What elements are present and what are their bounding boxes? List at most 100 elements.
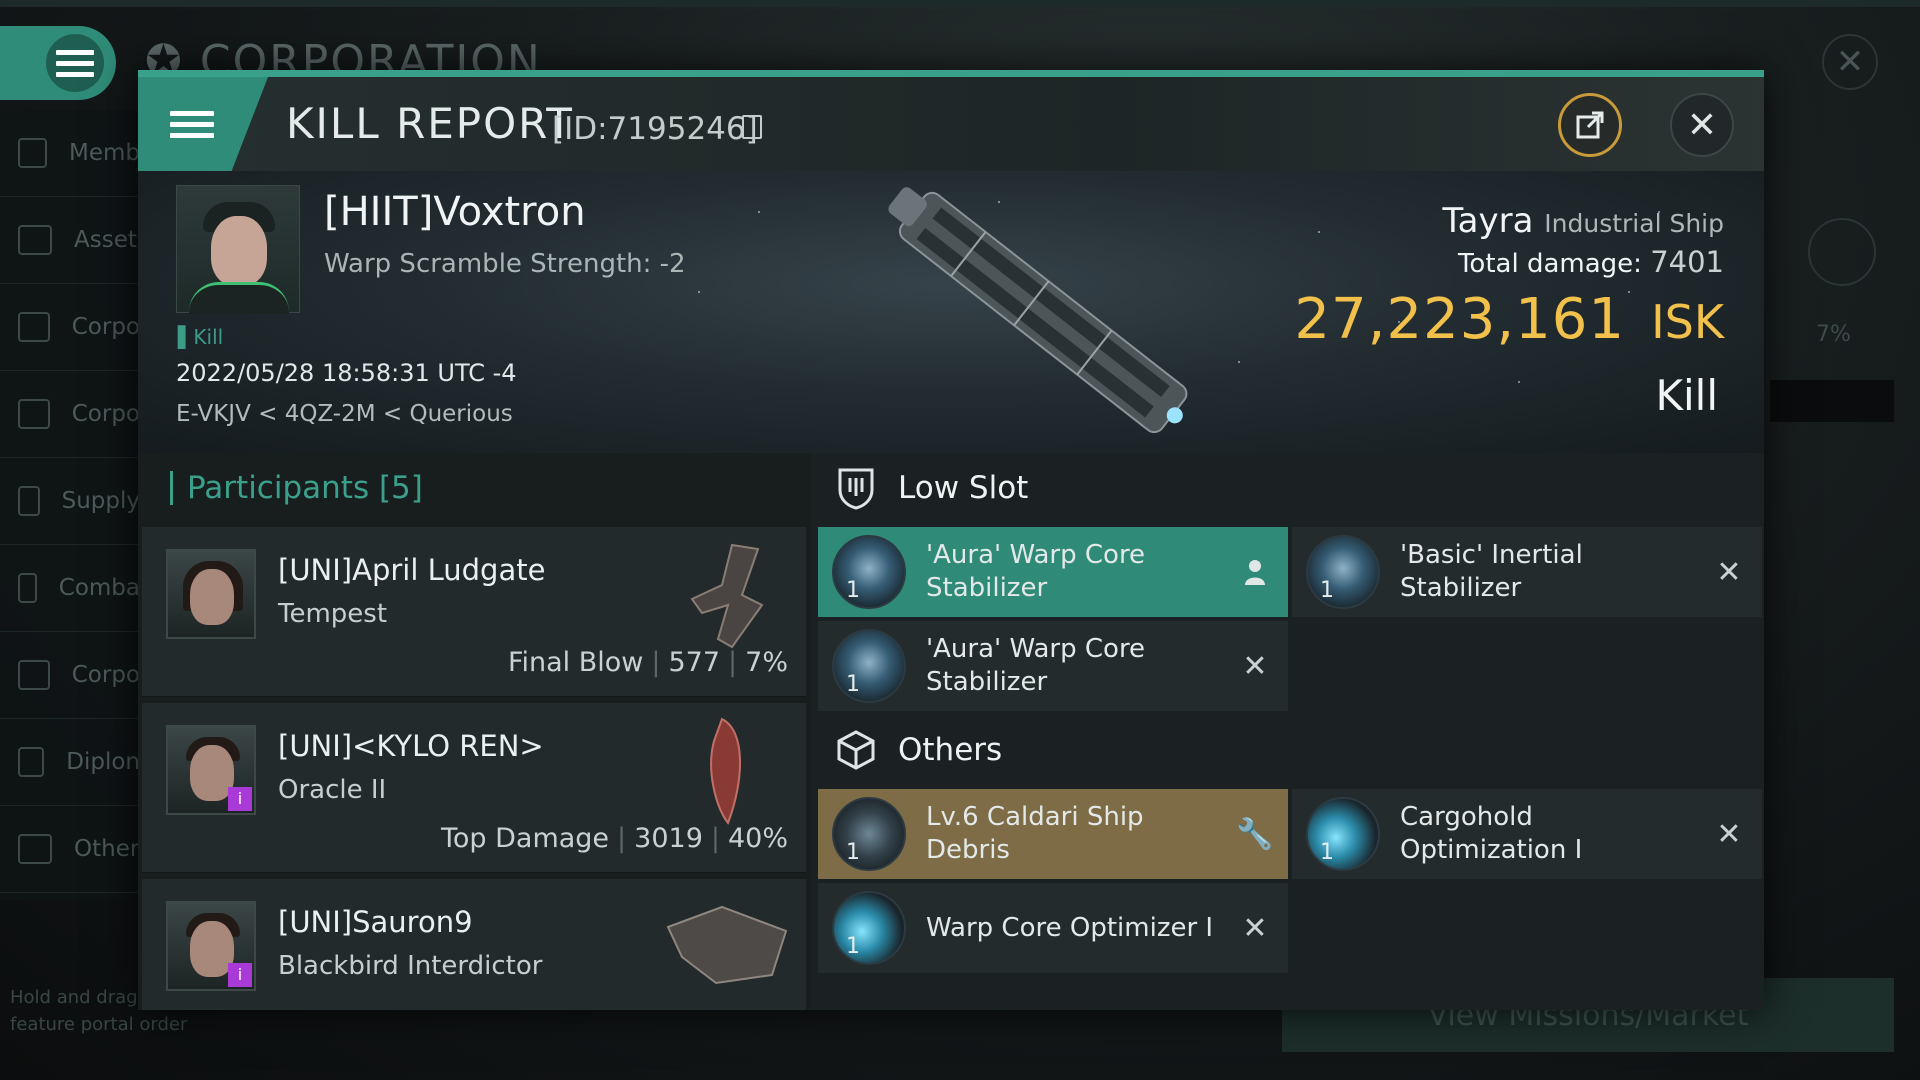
kill-report-menu-button[interactable] [138,77,268,171]
participant-card[interactable]: i [UNI]<KYLO REN> Oracle II Top Damage | 3… [142,703,806,873]
kill-location[interactable]: E-VKJV < 4QZ-2M < Querious [176,401,513,427]
cargo-box-icon [834,728,878,772]
fitting-name: 'Basic' Inertial Stabilizer [1400,540,1583,603]
kill-id: [ID:7195246] [552,111,758,147]
warp-core-stabilizer-icon: 1 [832,535,906,609]
participant-ship: Oracle II [278,775,387,805]
background-close-button[interactable]: ✕ [1822,34,1878,90]
sidebar-item-assets[interactable]: Asset [0,197,140,284]
isk-value: 27,223,161 ISK [1294,287,1724,352]
ship-name[interactable]: Tayra Industrial Ship [1443,201,1724,241]
participant-portrait[interactable]: i [166,725,256,815]
others-header: Others [814,715,1764,785]
background-share-icon [1808,218,1876,286]
top-bar [0,0,1920,7]
main-menu-button[interactable] [0,26,116,100]
background-dark-bar [1770,380,1894,422]
star-icon [18,834,52,864]
document-icon [18,660,50,690]
supply-icon [18,486,40,516]
hamburger-icon [56,49,94,77]
fittings-panel: Low Slot 1 'Aura' Warp Core Stabilizer 1… [814,453,1764,1010]
low-slot-icon [834,466,878,510]
total-damage: Total damage: 7401 [1457,245,1724,279]
fitting-name: Cargohold Optimization I [1400,802,1583,865]
page-title: KILL REPORT [286,99,574,148]
destroyed-x-icon: ✕ [1242,910,1268,946]
participant-portrait[interactable]: i [166,901,256,991]
destroyed-x-icon: ✕ [1242,648,1268,684]
participant-ship-image [666,905,788,985]
participant-ship: Blackbird Interdictor [278,951,543,981]
kill-datetime: 2022/05/28 18:58:31 UTC -4 [176,359,517,387]
corporation-sidebar: Memb Asset Corpo Corpo Supply Comba Corp… [0,110,140,900]
participant-name: [UNI]Sauron9 [278,905,473,939]
sidebar-item-corp-stats[interactable]: Corpo [0,284,140,371]
external-link-icon [1576,111,1604,139]
close-icon: ✕ [1835,42,1865,82]
share-button[interactable] [1558,93,1622,157]
warp-scramble-strength: Warp Scramble Strength: -2 [324,249,686,279]
pie-chart-icon [18,399,50,429]
fitting-name: Warp Core Optimizer I [926,912,1214,943]
sidebar-item-corp-docs[interactable]: Corpo [0,632,140,719]
diplomacy-icon [18,747,45,777]
player-badge-icon: i [228,963,252,987]
sidebar-item-corp-overview[interactable]: Corpo [0,371,140,458]
sidebar-item-supply[interactable]: Supply [0,458,140,545]
fitting-name: 'Aura' Warp Core Stabilizer [926,540,1146,603]
warp-core-optimizer-icon: 1 [832,891,906,965]
participant-name: [UNI]<KYLO REN> [278,729,544,763]
destroyed-x-icon: ✕ [1716,554,1742,590]
inertial-stabilizer-icon: 1 [1306,535,1380,609]
player-badge-icon: i [228,787,252,811]
fitting-item[interactable]: 1 'Basic' Inertial Stabilizer ✕ [1292,527,1762,617]
kill-result: Kill [1655,371,1718,420]
participant-ship: Tempest [278,599,388,629]
wrench-icon[interactable]: 🔧 [1236,817,1273,852]
kill-report-window: KILL REPORT [ID:7195246] ✕ [HIIT]Voxtron… [138,70,1764,1010]
members-icon [18,138,47,168]
fitting-item[interactable]: 1 Lv.6 Caldari Ship Debris 🔧 [818,789,1288,879]
victim-ship-image [888,187,1188,434]
close-icon: ✕ [1686,104,1718,146]
participant-ship-image [710,717,741,826]
kill-tag: ▌Kill [178,325,224,349]
participant-name: [UNI]April Ludgate [278,553,546,587]
participant-stats: Final Blow | 577 | 7% [507,647,788,678]
sidebar-item-members[interactable]: Memb [0,110,140,197]
low-slot-header: Low Slot [814,453,1764,523]
participant-card[interactable]: [UNI]April Ludgate Tempest Final Blow | 57… [142,527,806,697]
sidebar-item-combat[interactable]: Comba [0,545,140,632]
assets-icon [18,225,52,255]
hamburger-icon [170,110,214,138]
fitting-item[interactable]: 1 'Aura' Warp Core Stabilizer ✕ [818,621,1288,711]
person-icon[interactable] [1240,557,1270,587]
participant-portrait[interactable] [166,549,256,639]
participants-panel: Participants [5] [UNI]April Ludgate Temp… [138,453,810,1010]
fitting-name: Lv.6 Caldari Ship Debris [926,802,1144,865]
victim-portrait[interactable] [176,185,300,314]
copy-icon[interactable] [742,115,762,139]
fitting-name: 'Aura' Warp Core Stabilizer [926,634,1146,697]
background-percent: 7% [1816,322,1851,347]
fitting-item[interactable]: 1 Cargohold Optimization I ✕ [1292,789,1762,879]
destroyed-x-icon: ✕ [1716,816,1742,852]
participant-ship-image [690,543,764,649]
victim-banner: [HIIT]Voxtron Warp Scramble Strength: -2… [138,171,1764,453]
participants-header: Participants [5] [138,453,810,523]
participant-card[interactable]: i [UNI]Sauron9 Blackbird Interdictor [142,879,806,1010]
close-button[interactable]: ✕ [1670,93,1734,157]
fitting-item[interactable]: 1 'Aura' Warp Core Stabilizer [818,527,1288,617]
fitting-item[interactable]: 1 Warp Core Optimizer I ✕ [818,883,1288,973]
sidebar-item-diplomacy[interactable]: Diplon [0,719,140,806]
warp-core-stabilizer-icon: 1 [832,629,906,703]
combat-icon [18,573,37,603]
bar-chart-icon [18,312,50,342]
participant-stats: Top Damage | 3019 | 40% [440,823,788,854]
kill-report-header: KILL REPORT [ID:7195246] ✕ [138,77,1764,171]
victim-name[interactable]: [HIIT]Voxtron [324,189,586,235]
cargohold-optimization-icon: 1 [1306,797,1380,871]
ship-debris-icon: 1 [832,797,906,871]
sidebar-item-other[interactable]: Other [0,806,140,893]
